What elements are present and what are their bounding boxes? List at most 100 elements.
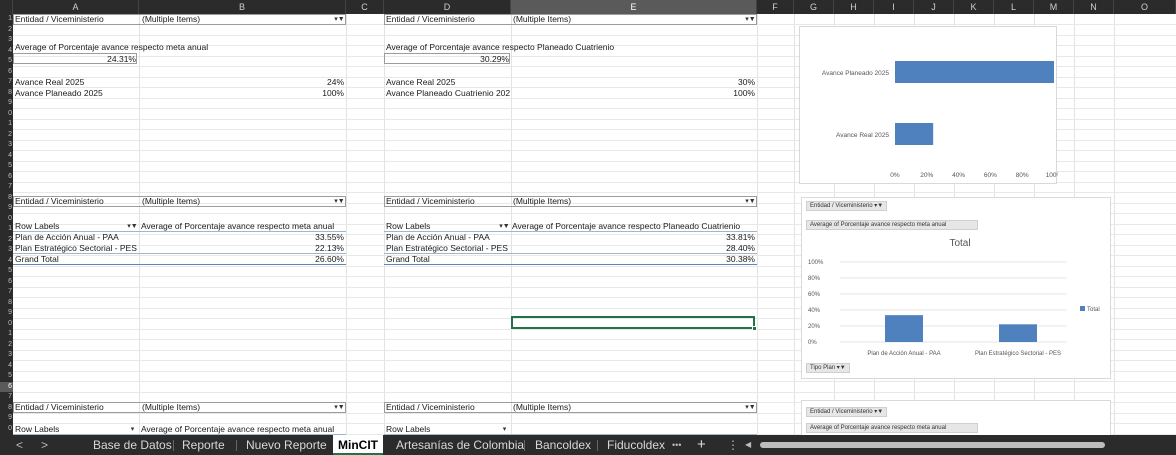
row-header[interactable]: 4: [0, 151, 13, 162]
row-header[interactable]: 3: [0, 35, 13, 46]
row-header[interactable]: 9: [0, 203, 13, 214]
row-header[interactable]: 7: [0, 287, 13, 298]
row-header[interactable]: 7: [0, 182, 13, 193]
column-header-c[interactable]: C: [346, 0, 384, 14]
horizontal-scrollbar[interactable]: [760, 442, 1105, 448]
chart2-tick-label: 20%: [808, 324, 821, 330]
tab-mincit[interactable]: MinCIT: [333, 435, 383, 455]
tab-bancoldex[interactable]: Bancoldex: [535, 435, 591, 455]
column-header-f[interactable]: F: [757, 0, 794, 14]
column-header-b[interactable]: B: [139, 0, 346, 14]
row-header[interactable]: 6: [0, 277, 13, 288]
row-header[interactable]: 9: [0, 413, 13, 424]
row-header[interactable]: 1: [0, 329, 13, 340]
row-header[interactable]: 8: [0, 193, 13, 204]
row-header[interactable]: 1: [0, 119, 13, 130]
column-header-j[interactable]: J: [914, 0, 954, 14]
tab-prev-button[interactable]: <: [16, 435, 23, 455]
filter-icon[interactable]: ▾▼: [334, 197, 345, 206]
row-header[interactable]: 4: [0, 46, 13, 57]
row-header[interactable]: 5: [0, 371, 13, 382]
row-header[interactable]: 1: [0, 224, 13, 235]
row-header[interactable]: 9: [0, 308, 13, 319]
row-header[interactable]: 8: [0, 298, 13, 309]
row-header[interactable]: 0: [0, 424, 13, 435]
column-header-d[interactable]: D: [384, 0, 511, 14]
chart1-bar: [895, 123, 934, 145]
column-header-i[interactable]: I: [874, 0, 914, 14]
fill-handle[interactable]: [752, 326, 757, 331]
row-header[interactable]: 1: [0, 14, 13, 25]
row-header[interactable]: 0: [0, 214, 13, 225]
row-labels-dropdown-icon[interactable]: ▾: [127, 425, 138, 434]
tab-reporte[interactable]: Reporte: [182, 435, 225, 455]
chart2-tick-label: 40%: [808, 308, 821, 314]
select-all-corner[interactable]: [0, 0, 13, 14]
row-header[interactable]: 3: [0, 245, 13, 256]
column-header-l[interactable]: L: [994, 0, 1034, 14]
filter-icon[interactable]: ▾▼: [745, 15, 756, 24]
pivot3-filter-value: (Multiple Items): [142, 196, 201, 206]
row-header[interactable]: 2: [0, 25, 13, 36]
pivot4-grand-total-label: Grand Total: [386, 254, 430, 264]
row-header[interactable]: 2: [0, 340, 13, 351]
column-header-a[interactable]: A: [13, 0, 139, 14]
chart3-value-chip[interactable]: Average of Porcentaje avance respecto me…: [806, 423, 978, 433]
chart-avance-horizontal[interactable]: Avance Planeado 2025 Avance Real 2025 0% 20…: [799, 26, 1063, 184]
cell-grid[interactable]: Entidad / Viceministerio (Multiple Items…: [13, 14, 1176, 435]
row-header[interactable]: 4: [0, 361, 13, 372]
row-header[interactable]: 5: [0, 56, 13, 67]
column-header-m[interactable]: M: [1034, 0, 1074, 14]
row-header[interactable]: 8: [0, 403, 13, 414]
row-header[interactable]: 5: [0, 161, 13, 172]
row-header[interactable]: 2: [0, 235, 13, 246]
row-header[interactable]: 7: [0, 77, 13, 88]
row-header[interactable]: 6: [0, 67, 13, 78]
pivot2-row-label: Avance Real 2025: [386, 77, 456, 87]
filter-icon[interactable]: ▾▼: [334, 15, 345, 24]
filter-icon[interactable]: ▾▼: [745, 403, 756, 412]
tab-base-de-datos[interactable]: Base de Datos: [93, 435, 172, 455]
row-header[interactable]: 5: [0, 266, 13, 277]
pivot3-grand-total-value: 26.60%: [315, 254, 344, 264]
row-labels-filter-icon[interactable]: ▾▼: [499, 222, 510, 231]
chart-total-column[interactable]: Entidad / Viceministerio ▾▼ Average of P…: [801, 197, 1111, 379]
tab-nuevo-reporte[interactable]: Nuevo Reporte: [246, 435, 327, 455]
column-header-e[interactable]: E: [511, 0, 757, 14]
row-header[interactable]: 4: [0, 256, 13, 267]
chart2-tick-label: 60%: [808, 292, 821, 298]
row-labels-dropdown-icon[interactable]: ▾: [499, 425, 510, 434]
column-header-n[interactable]: N: [1074, 0, 1114, 14]
column-header-k[interactable]: K: [954, 0, 994, 14]
row-header[interactable]: 7: [0, 392, 13, 403]
tab-artesanias-de-colombia[interactable]: Artesanías de Colombia: [396, 435, 524, 455]
pivot5-filter-value: (Multiple Items): [142, 402, 201, 412]
column-header-o[interactable]: O: [1114, 0, 1176, 14]
row-header[interactable]: 0: [0, 109, 13, 120]
row-header[interactable]: 0: [0, 319, 13, 330]
filter-icon[interactable]: ▾▼: [745, 197, 756, 206]
tab-next-button[interactable]: >: [41, 435, 48, 455]
pivot2-row-value: 100%: [733, 88, 755, 98]
tab-fiducoldex[interactable]: Fiducoldex: [607, 435, 665, 455]
scroll-left-icon[interactable]: ◀: [745, 435, 751, 455]
more-tabs-icon[interactable]: •••: [672, 435, 681, 455]
chart3-filter-chip[interactable]: Entidad / Viceministerio ▾▼: [806, 407, 888, 417]
row-header[interactable]: 2: [0, 130, 13, 141]
row-header[interactable]: 9: [0, 98, 13, 109]
chart-third-partial[interactable]: Entidad / Viceministerio ▾▼ Average of P…: [801, 400, 1111, 435]
row-header[interactable]: 3: [0, 350, 13, 361]
row-header[interactable]: 3: [0, 140, 13, 151]
row-header[interactable]: 6: [0, 381, 13, 392]
row-header[interactable]: 6: [0, 172, 13, 183]
row-labels-filter-icon[interactable]: ▾▼: [127, 222, 138, 231]
pivot1-row-value: 100%: [322, 88, 344, 98]
column-header-h[interactable]: H: [834, 0, 874, 14]
options-icon[interactable]: ⋮: [727, 435, 739, 455]
column-header-g[interactable]: G: [794, 0, 834, 14]
chart2-axis-chip[interactable]: Tipo Plan ▾▼: [806, 363, 850, 373]
row-header[interactable]: 8: [0, 88, 13, 99]
selected-cell[interactable]: [511, 316, 755, 329]
filter-icon[interactable]: ▾▼: [334, 403, 345, 412]
add-sheet-button[interactable]: +: [697, 435, 706, 455]
